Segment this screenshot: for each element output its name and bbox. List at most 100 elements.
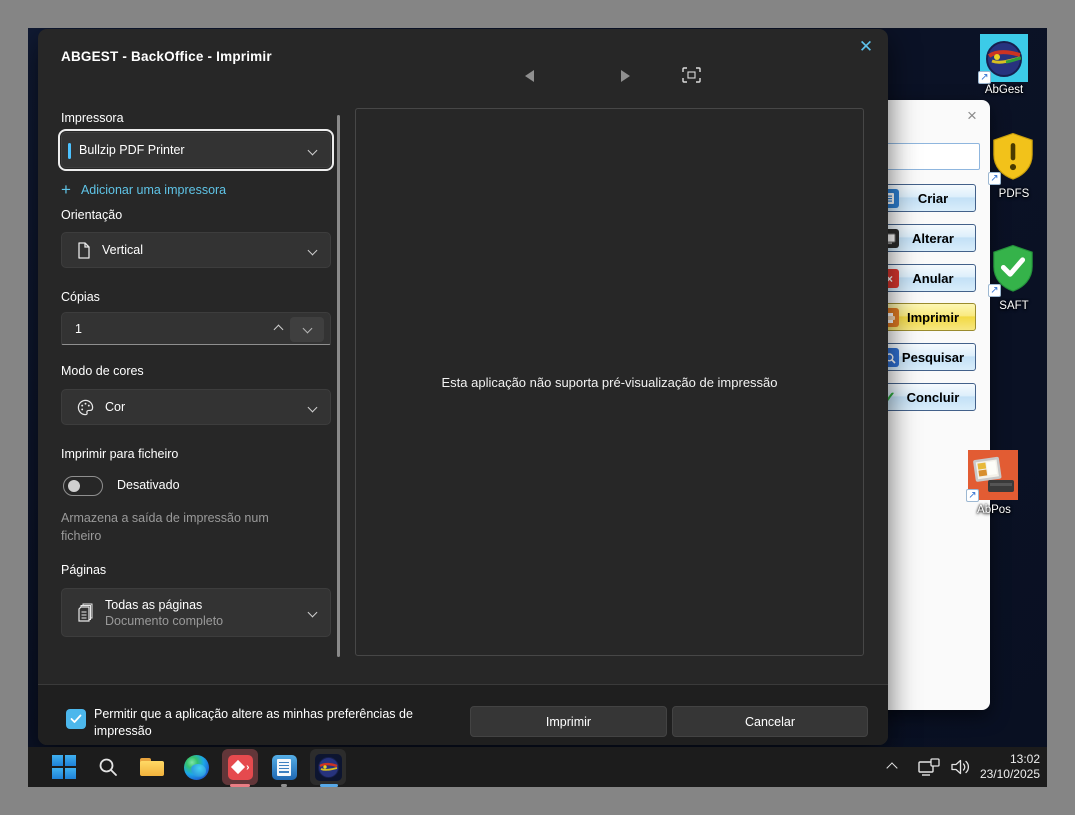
tray-chevron-up-icon[interactable]: [886, 762, 897, 773]
pages-label: Páginas: [61, 563, 106, 577]
abpos-desktop-icon[interactable]: ↗: [968, 450, 1018, 500]
desktop: × Criar Alterar × Anular Imprimir: [28, 28, 1047, 787]
allow-preferences-label: Permitir que a aplicação altere as minha…: [94, 706, 450, 740]
copies-value: 1: [75, 322, 82, 336]
abpos-icon-label[interactable]: AbPos: [954, 504, 1034, 516]
chevron-down-icon: [308, 245, 318, 255]
app-search-input[interactable]: [884, 143, 980, 170]
cancel-button-label: Cancelar: [745, 715, 795, 729]
criar-label: Criar: [918, 191, 948, 206]
app-close-icon[interactable]: ×: [962, 106, 982, 126]
stepper-down-button[interactable]: [290, 317, 324, 342]
chevron-down-icon: [302, 323, 312, 333]
next-page-icon[interactable]: [621, 70, 630, 82]
pages-subtitle: Documento completo: [105, 613, 223, 629]
edge-icon: [184, 755, 209, 780]
ledger-app-button[interactable]: [266, 749, 302, 785]
taskbar-search-button[interactable]: [90, 749, 126, 785]
chevron-down-icon: [308, 145, 318, 155]
anular-label: Anular: [912, 271, 953, 286]
clock-time: 13:02: [980, 752, 1040, 767]
printer-select[interactable]: Bullzip PDF Printer: [61, 132, 331, 168]
print-dialog: ABGEST - BackOffice - Imprimir ✕ Impress…: [38, 29, 888, 745]
pages-value: Todas as páginas: [105, 597, 223, 613]
palette-icon: [77, 399, 94, 416]
dialog-close-icon[interactable]: ✕: [854, 35, 878, 59]
abgest-taskbar-button[interactable]: [310, 749, 346, 785]
allow-preferences-checkbox[interactable]: [66, 709, 86, 729]
shortcut-arrow-icon: ↗: [978, 71, 991, 84]
active-app-indicator: [230, 784, 250, 787]
remote-app-button[interactable]: ›: [222, 749, 258, 785]
selection-accent-bar: [68, 143, 71, 159]
open-app-indicator: [281, 784, 287, 787]
chevron-down-icon: [308, 608, 318, 618]
copies-label: Cópias: [61, 290, 100, 304]
clock-date: 23/10/2025: [980, 767, 1040, 782]
anular-button[interactable]: × Anular: [874, 264, 976, 292]
concluir-label: Concluir: [907, 390, 960, 405]
alterar-label: Alterar: [912, 231, 954, 246]
color-mode-value: Cor: [105, 400, 125, 414]
print-to-file-label: Imprimir para ficheiro: [61, 447, 178, 461]
checkmark-icon: [70, 714, 82, 724]
abgest-desktop-icon[interactable]: ↗: [980, 34, 1028, 82]
plus-icon: +: [61, 183, 71, 197]
toggle-knob: [68, 480, 80, 492]
imprimir-app-label: Imprimir: [907, 310, 959, 325]
printer-value: Bullzip PDF Printer: [79, 143, 185, 157]
chevron-down-icon: [308, 402, 318, 412]
dialog-title: ABGEST - BackOffice - Imprimir: [61, 49, 272, 64]
pesquisar-label: Pesquisar: [902, 350, 964, 365]
print-to-file-state: Desativado: [117, 478, 180, 492]
saft-icon-label[interactable]: SAFT: [974, 300, 1047, 312]
add-printer-link[interactable]: + Adicionar uma impressora: [61, 183, 226, 197]
concluir-button[interactable]: ✓ Concluir: [874, 383, 976, 411]
portrait-page-icon: [77, 242, 91, 259]
pages-select[interactable]: Todas as páginas Documento completo: [61, 588, 331, 637]
alterar-button[interactable]: Alterar: [874, 224, 976, 252]
print-preview-panel: Esta aplicação não suporta pré-visualiza…: [355, 108, 864, 656]
saft-shield-icon[interactable]: ↗: [990, 242, 1036, 295]
start-button[interactable]: [46, 749, 82, 785]
print-button[interactable]: Imprimir: [470, 706, 667, 737]
print-to-file-toggle[interactable]: [63, 476, 103, 496]
abgest-icon-label[interactable]: AbGest: [964, 84, 1044, 96]
taskbar-clock[interactable]: 13:02 23/10/2025: [980, 752, 1040, 782]
orientation-select[interactable]: Vertical: [61, 232, 331, 268]
pesquisar-button[interactable]: Pesquisar: [874, 343, 976, 371]
abgest-app-icon: [315, 754, 342, 781]
previous-page-icon[interactable]: [525, 70, 534, 82]
pdfs-icon-label[interactable]: PDFS: [974, 188, 1047, 200]
orientation-value: Vertical: [102, 243, 143, 257]
shortcut-arrow-icon: ↗: [966, 489, 979, 502]
print-to-file-description: Armazena a saída de impressão num fichei…: [61, 509, 303, 545]
speaker-icon[interactable]: [950, 757, 972, 777]
settings-scrollbar[interactable]: [337, 115, 340, 657]
ledger-app-icon: [272, 755, 297, 780]
cancel-button[interactable]: Cancelar: [672, 706, 868, 737]
file-explorer-button[interactable]: [134, 749, 170, 785]
all-pages-icon: [75, 602, 93, 623]
shortcut-arrow-icon: ↗: [988, 172, 1001, 185]
windows-logo-icon: [52, 755, 76, 779]
copies-stepper[interactable]: 1: [61, 312, 331, 345]
color-mode-label: Modo de cores: [61, 364, 144, 378]
network-icon[interactable]: [918, 758, 942, 777]
add-printer-label: Adicionar uma impressora: [81, 183, 226, 197]
remote-app-icon: ›: [228, 755, 253, 780]
folder-icon: [140, 758, 164, 776]
edge-browser-button[interactable]: [178, 749, 214, 785]
imprimir-app-button[interactable]: Imprimir: [874, 303, 976, 331]
preview-message: Esta aplicação não suporta pré-visualiza…: [441, 375, 777, 390]
printer-label: Impressora: [61, 111, 124, 125]
shortcut-arrow-icon: ↗: [988, 284, 1001, 297]
pdfs-shield-icon[interactable]: ↗: [990, 130, 1036, 183]
criar-button[interactable]: Criar: [874, 184, 976, 212]
chevron-up-icon[interactable]: [274, 325, 284, 335]
active-abgest-indicator: [320, 784, 338, 787]
search-icon: [97, 756, 119, 778]
color-mode-select[interactable]: Cor: [61, 389, 331, 425]
print-button-label: Imprimir: [546, 715, 591, 729]
fit-to-page-icon[interactable]: [682, 67, 701, 83]
